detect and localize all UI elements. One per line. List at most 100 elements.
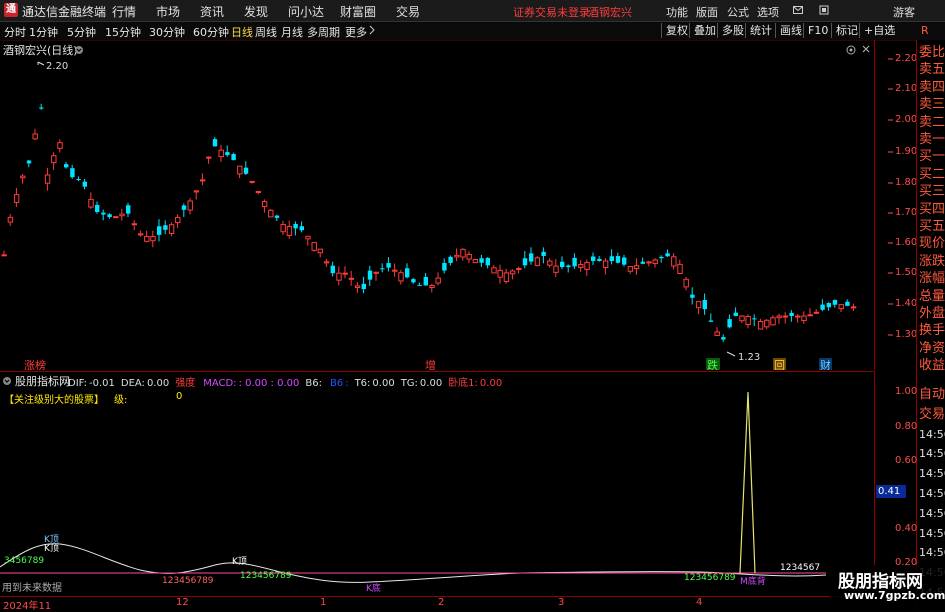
app-logo-icon: 通 <box>4 3 18 17</box>
seq-label: 123456789 <box>240 571 292 581</box>
candle-body <box>708 320 714 322</box>
marker-zhangbang: 涨榜 <box>24 358 46 370</box>
period-monthly[interactable]: 月线 <box>281 24 303 40</box>
menu-jiaoyi[interactable]: 交易 <box>396 3 420 20</box>
indicator-axis: 1.00 0.80 0.60 0.41 0.40 0.20 <box>874 371 917 596</box>
seq-label: 123456789 <box>162 576 214 586</box>
side-panel-label[interactable]: 14:56 <box>919 445 945 462</box>
menu-caifuquan[interactable]: 财富圈 <box>340 3 376 20</box>
menu-shichang[interactable]: 市场 <box>156 3 180 20</box>
menu-banmian[interactable]: 版面 <box>696 4 718 20</box>
side-panel-label[interactable]: 涨幅 <box>919 270 945 287</box>
mail-icon[interactable] <box>793 4 803 14</box>
btn-f10[interactable]: F10 <box>803 23 832 38</box>
side-panel-label[interactable]: 买四 <box>919 201 945 218</box>
candle-body <box>460 248 466 258</box>
side-panel-label[interactable]: 14:56 <box>919 525 945 542</box>
candle-body <box>652 259 658 265</box>
period-daily[interactable]: 日线 <box>231 24 253 40</box>
period-30min[interactable]: 30分钟 <box>149 24 185 40</box>
menu-wenxiaoda[interactable]: 问小达 <box>288 3 324 20</box>
period-multi[interactable]: 多周期 <box>307 24 340 40</box>
side-panel-toggle[interactable]: R <box>921 24 929 37</box>
menu-hangqing[interactable]: 行情 <box>112 3 136 20</box>
menu-faxian[interactable]: 发现 <box>244 3 268 20</box>
side-panel-label[interactable]: 交易 <box>919 406 945 423</box>
side-panel-label[interactable]: 买二 <box>919 166 945 183</box>
side-panel-label[interactable]: 14:56 <box>919 426 945 443</box>
period-15min[interactable]: 15分钟 <box>105 24 141 40</box>
candle-body <box>423 277 428 286</box>
seq-label: 3456789 <box>4 556 44 566</box>
seq-label: 1234567 <box>780 563 820 573</box>
btn-biaoji[interactable]: 标记 <box>831 23 862 38</box>
kline-canvas: 2.20 1.23 涨榜 增 跌 回 财 <box>1 61 857 370</box>
guest-label[interactable]: 游客 <box>893 4 915 20</box>
side-panel-label[interactable]: 收益 <box>919 357 945 374</box>
candlestick-chart[interactable]: 酒钢宏兴(日线) 2.20 1.23 涨榜 增 跌 回 财 <box>0 40 874 370</box>
candle-body <box>26 160 32 164</box>
side-panel-label[interactable]: 卖五 <box>919 61 945 78</box>
menu-zixun[interactable]: 资讯 <box>200 3 224 20</box>
menu-gongneng[interactable]: 功能 <box>666 4 688 20</box>
side-panel-label[interactable]: 卖二 <box>919 114 945 131</box>
candle-body <box>131 223 138 226</box>
candle-body <box>782 315 789 318</box>
side-panel-label[interactable]: 14:56 <box>919 505 945 522</box>
period-fenshi[interactable]: 分时 <box>4 24 26 40</box>
ind-tick: 0.80 <box>895 421 918 432</box>
side-panel-label[interactable]: 外盘 <box>919 305 945 322</box>
candle-body <box>280 224 286 233</box>
btn-zixuan[interactable]: +自选 <box>859 23 899 38</box>
candle-body <box>615 256 621 263</box>
candle-body <box>597 258 602 261</box>
btn-fuquan[interactable]: 复权 <box>661 23 692 38</box>
side-panel-label[interactable]: 买三 <box>919 183 945 200</box>
side-panel-label[interactable]: 换手 <box>919 322 945 339</box>
skin-icon[interactable] <box>819 4 829 15</box>
period-5min[interactable]: 5分钟 <box>67 24 96 40</box>
menu-gongshi[interactable]: 公式 <box>727 4 749 20</box>
period-1min[interactable]: 1分钟 <box>29 24 58 40</box>
side-panel-label[interactable]: 14:56 <box>919 465 945 482</box>
price-axis: 2.20 2.10 2.00 1.90 1.80 1.70 1.60 1.50 … <box>874 40 917 370</box>
btn-huaxian[interactable]: 画线 <box>775 23 806 38</box>
candle-body <box>305 235 311 240</box>
side-panel-label[interactable]: 买一 <box>919 148 945 165</box>
side-panel-label[interactable]: 委比 <box>919 44 945 61</box>
candle-body <box>627 266 634 272</box>
period-60min[interactable]: 60分钟 <box>193 24 229 40</box>
candle-body <box>671 256 677 267</box>
candle-body <box>442 263 447 271</box>
candle-body <box>231 154 236 161</box>
candle-body <box>702 300 707 310</box>
period-weekly[interactable]: 周线 <box>255 24 277 40</box>
time-tick: 4 <box>696 597 703 608</box>
candle-body <box>243 167 249 174</box>
menu-xuanxiang[interactable]: 选项 <box>757 4 779 20</box>
side-panel-label[interactable]: 卖四 <box>919 79 945 96</box>
indicator-pane[interactable]: 股朋指标网 DIF: -0.01 DEA: 0.00 强度 MACD:: 0.00 : 0… <box>0 371 874 597</box>
trade-login-notice[interactable]: 证券交易未登录 <box>513 4 590 20</box>
btn-tongji[interactable]: 统计 <box>745 23 776 38</box>
candle-body <box>845 301 850 306</box>
side-panel-label[interactable]: 现价 <box>919 235 945 252</box>
period-more[interactable]: 更多 <box>345 24 367 40</box>
side-panel-label[interactable]: 涨跌 <box>919 253 945 270</box>
side-panel-label[interactable]: 14:56 <box>919 544 945 561</box>
side-panel-label[interactable]: 卖三 <box>919 96 945 113</box>
side-panel-label[interactable]: 净资 <box>919 340 945 357</box>
time-axis: 2024年11 12 1 2 3 4 <box>0 596 874 612</box>
candle-body <box>348 277 355 280</box>
side-panel-label[interactable]: 总量 <box>919 288 945 305</box>
side-panel-label[interactable]: 买五 <box>919 218 945 235</box>
time-tick: 2024年11 <box>3 601 52 612</box>
more-arrow-icon[interactable] <box>369 24 375 39</box>
btn-duogu[interactable]: 多股 <box>717 23 748 38</box>
side-panel-label[interactable]: 自动 <box>919 386 945 403</box>
side-panel-label[interactable]: 14:56 <box>919 485 945 502</box>
signal-label: K底 <box>366 582 381 594</box>
candle-body <box>144 235 150 242</box>
side-panel-label[interactable]: 卖一 <box>919 131 945 148</box>
btn-diejia[interactable]: 叠加 <box>689 23 720 38</box>
